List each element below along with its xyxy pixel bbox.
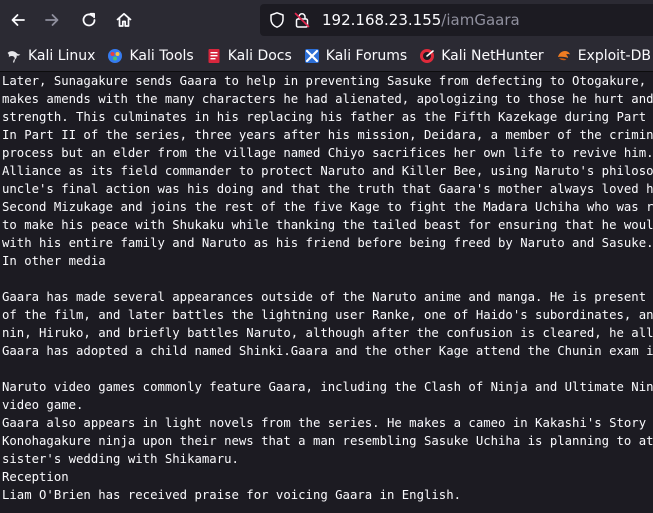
url-path: /iamGaara bbox=[441, 11, 520, 29]
text-line: In other media bbox=[2, 254, 106, 268]
bookmark-kali-tools[interactable]: Kali Tools bbox=[103, 44, 199, 68]
text-line: Alliance as its field commander to prote… bbox=[2, 164, 653, 178]
text-line bbox=[2, 360, 653, 378]
address-bar[interactable]: 192.168.23.155/iamGaara bbox=[260, 4, 653, 36]
text-line: process but an elder from the village na… bbox=[2, 146, 653, 160]
bookmark-label: Kali NetHunter bbox=[441, 47, 544, 64]
reload-icon bbox=[82, 12, 96, 27]
bookmark-kali-docs[interactable]: Kali Docs bbox=[202, 44, 298, 68]
text-line: Reception bbox=[2, 470, 69, 484]
forward-arrow-icon bbox=[45, 14, 59, 26]
text-line: video game. bbox=[2, 398, 84, 412]
bookmark-kali-forums[interactable]: Kali Forums bbox=[300, 44, 413, 68]
text-line: of the film, and later battles the light… bbox=[2, 308, 653, 322]
reload-button[interactable] bbox=[73, 4, 105, 36]
text-line: Gaara also appears in light novels from … bbox=[2, 416, 647, 430]
text-line: with his entire family and Naruto as his… bbox=[2, 236, 653, 250]
home-button[interactable] bbox=[108, 4, 140, 36]
text-line: sister's wedding with Shikamaru. bbox=[2, 452, 239, 466]
text-line: Second Mizukage and joins the rest of th… bbox=[2, 200, 653, 214]
text-line: nin, Hiruko, and briefly battles Naruto,… bbox=[2, 326, 653, 340]
back-button[interactable] bbox=[2, 4, 34, 36]
text-line: makes amends with the many characters he… bbox=[2, 92, 653, 106]
bookmark-kali-linux[interactable]: Kali Linux bbox=[2, 44, 101, 68]
text-line: Gaara has made several appearances outsi… bbox=[2, 290, 647, 304]
page-content: Later, Sunagakure sends Gaara to help in… bbox=[0, 72, 653, 513]
bookmark-label: Kali Linux bbox=[28, 47, 96, 64]
url-host: 192.168.23.155 bbox=[322, 11, 442, 29]
tracking-protection-shield-icon[interactable] bbox=[268, 11, 286, 29]
text-line bbox=[2, 270, 653, 288]
back-arrow-icon bbox=[11, 14, 25, 26]
home-icon bbox=[116, 12, 132, 27]
nethunter-icon bbox=[420, 48, 435, 63]
bookmark-exploit-db[interactable]: Exploit-DB bbox=[552, 44, 653, 68]
bookmark-label: Exploit-DB bbox=[577, 47, 651, 64]
browser-window: 192.168.23.155/iamGaara Kali Linux Kali … bbox=[0, 0, 653, 513]
text-line: Naruto video games commonly feature Gaar… bbox=[2, 380, 653, 394]
bookmarks-toolbar: Kali Linux Kali Tools Kali Docs Kali For… bbox=[0, 40, 653, 72]
text-line: to make his peace with Shukaku while tha… bbox=[2, 218, 653, 232]
bookmark-kali-nethunter[interactable]: Kali NetHunter bbox=[415, 44, 549, 68]
insecure-lock-icon[interactable] bbox=[293, 11, 311, 29]
kali-docs-icon bbox=[208, 48, 220, 63]
forward-button[interactable] bbox=[36, 4, 68, 36]
bookmark-label: Kali Tools bbox=[129, 47, 194, 64]
text-line: Later, Sunagakure sends Gaara to help in… bbox=[2, 74, 647, 88]
url-text[interactable]: 192.168.23.155/iamGaara bbox=[322, 4, 520, 36]
bookmark-label: Kali Forums bbox=[325, 47, 408, 64]
exploit-db-icon bbox=[557, 50, 570, 60]
text-line: Konohagakure ninja upon their news that … bbox=[2, 434, 653, 448]
text-line: uncle's final action was his doing and t… bbox=[2, 182, 653, 196]
navigation-toolbar: 192.168.23.155/iamGaara bbox=[0, 0, 653, 40]
text-line: In Part II of the series, three years af… bbox=[2, 128, 653, 142]
text-line: Gaara has adopted a child named Shinki.G… bbox=[2, 344, 653, 358]
text-line: strength. This culminates in his replaci… bbox=[2, 110, 647, 124]
text-line: Liam O'Brien has received praise for voi… bbox=[2, 488, 462, 502]
kali-dragon-icon bbox=[7, 50, 21, 63]
kali-tools-icon bbox=[108, 48, 123, 63]
kali-forums-icon bbox=[304, 48, 319, 63]
bookmark-label: Kali Docs bbox=[227, 47, 292, 64]
